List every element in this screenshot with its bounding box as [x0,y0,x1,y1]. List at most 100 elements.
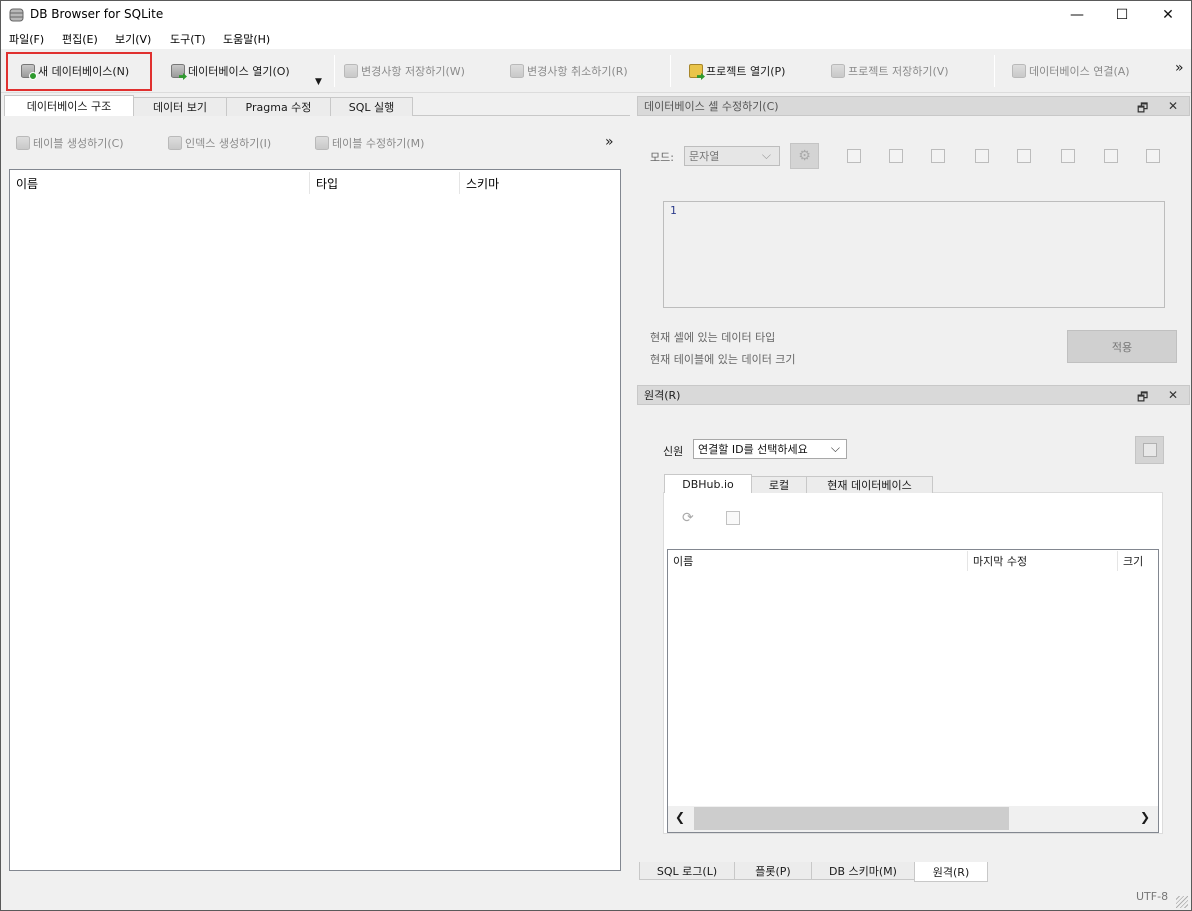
write-changes-icon [344,64,358,78]
revert-changes-button[interactable]: 변경사항 취소하기(R) [510,61,628,81]
link-icon[interactable] [1061,149,1075,163]
attach-database-button[interactable]: 데이터베이스 연결(A) [1012,61,1130,81]
mode-select-value: 문자열 [689,150,720,163]
menu-edit[interactable]: 편집(E) [62,31,98,47]
tab-database-structure[interactable]: 데이터베이스 구조 [4,95,134,116]
gear-icon: ⚙ [798,148,811,164]
cell-size-label: 현재 테이블에 있는 데이터 크기 [650,353,796,366]
open-project-label: 프로젝트 열기(P) [706,65,786,78]
create-index-label: 인덱스 생성하기(I) [185,137,272,150]
menu-help[interactable]: 도움말(H) [223,31,270,47]
toolbar-overflow-button[interactable]: » [1175,60,1184,76]
push-database-button[interactable] [1135,436,1164,464]
menu-view[interactable]: 보기(V) [115,31,151,47]
remote-column-size[interactable]: 크기 [1118,551,1158,571]
remote-title: 원격(R) [644,389,681,402]
structure-tree[interactable] [9,169,621,871]
print-icon[interactable] [1146,149,1160,163]
clone-icon[interactable] [726,511,740,525]
dock-close-icon[interactable]: ✕ [1168,388,1178,402]
tab-dbhub[interactable]: DBHub.io [664,474,752,493]
open-database-label: 데이터베이스 열기(O) [188,65,290,78]
remote-column-name[interactable]: 이름 [668,551,968,571]
scroll-right-icon[interactable]: ❯ [1140,810,1150,824]
save-dropdown-icon[interactable] [931,149,945,163]
modify-table-button[interactable]: 테이블 수정하기(M) [315,135,424,151]
revert-changes-label: 변경사항 취소하기(R) [527,65,628,78]
open-database-dropdown-icon[interactable]: ▼ [315,77,322,87]
dock-float-icon[interactable]: 🗗 [1137,388,1148,409]
import-icon[interactable] [847,149,861,163]
open-database-button[interactable]: 데이터베이스 열기(O) [171,61,290,81]
new-database-label: 새 데이터베이스(N) [38,65,130,78]
auto-format-button[interactable]: ⚙ [790,143,819,169]
export-icon[interactable] [1017,149,1031,163]
attach-database-label: 데이터베이스 연결(A) [1029,65,1130,78]
column-header-schema[interactable]: 스키마 [460,172,620,194]
window-title: DB Browser for SQLite [30,7,164,21]
copy-icon[interactable] [975,149,989,163]
scrollbar-thumb[interactable] [694,807,1009,830]
close-button[interactable]: ✕ [1145,1,1191,29]
write-changes-button[interactable]: 변경사항 저장하기(W) [344,61,465,81]
menu-tools[interactable]: 도구(T) [170,31,206,47]
toolbar-separator [670,55,671,87]
open-project-button[interactable]: 프로젝트 열기(P) [689,61,785,81]
save-project-icon [831,64,845,78]
maximize-button[interactable]: ☐ [1099,1,1145,29]
tab-local[interactable]: 로컬 [751,476,807,493]
push-icon [1143,443,1157,457]
menu-file[interactable]: 파일(F) [9,31,44,47]
write-changes-label: 변경사항 저장하기(W) [361,65,465,78]
identity-select[interactable]: 연결할 ID를 선택하세요 ⌵ [693,439,847,459]
cell-type-label: 현재 셀에 있는 데이터 타입 [650,331,776,344]
indent-icon[interactable] [889,149,903,163]
save-project-label: 프로젝트 저장하기(V) [848,65,949,78]
modify-table-icon [315,136,329,150]
tab-remote[interactable]: 원격(R) [914,862,988,882]
dock-close-icon[interactable]: ✕ [1168,99,1178,113]
tab-browse-data[interactable]: 데이터 보기 [133,97,227,116]
attach-database-icon [1012,64,1026,78]
remote-column-modified[interactable]: 마지막 수정 [968,551,1118,571]
tab-plot[interactable]: 플롯(P) [734,862,812,880]
chevron-down-icon: ⌵ [830,441,840,455]
modify-table-label: 테이블 수정하기(M) [332,137,425,150]
null-icon[interactable] [1104,149,1118,163]
remote-file-list[interactable] [667,549,1159,833]
edit-cell-dock-title: 데이터베이스 셀 수정하기(C) [637,96,1190,116]
identity-label: 신원 [663,445,684,458]
structure-toolbar-overflow[interactable]: » [605,134,614,150]
mode-label: 모드: [650,151,674,164]
create-table-button[interactable]: 테이블 생성하기(C) [16,135,124,151]
apply-button[interactable]: 적용 [1067,330,1177,363]
edit-cell-title: 데이터베이스 셀 수정하기(C) [644,100,779,113]
open-project-icon [689,64,705,80]
refresh-icon[interactable]: ⟳ [682,510,694,526]
new-database-icon [21,64,37,80]
create-table-icon [16,136,30,150]
cell-editor[interactable]: 1 [663,201,1165,308]
toolbar-separator [994,55,995,87]
title-bar [1,1,1191,29]
tab-current-database[interactable]: 현재 데이터베이스 [806,476,933,493]
create-index-icon [168,136,182,150]
save-project-button[interactable]: 프로젝트 저장하기(V) [831,61,949,81]
dock-float-icon[interactable]: 🗗 [1137,99,1148,120]
column-header-type[interactable]: 타입 [310,172,460,194]
chevron-down-icon: ⌵ [761,148,771,162]
column-header-name[interactable]: 이름 [10,172,310,194]
resize-grip-icon[interactable] [1176,896,1188,908]
mode-select[interactable]: 문자열 ⌵ [684,146,780,166]
encoding-status: UTF-8 [1136,890,1169,903]
tab-sql-log[interactable]: SQL 로그(L) [639,862,735,880]
remote-dock-title: 원격(R) [637,385,1190,405]
new-database-button[interactable]: 새 데이터베이스(N) [21,61,129,81]
tab-execute-sql[interactable]: SQL 실행 [330,97,413,116]
create-index-button[interactable]: 인덱스 생성하기(I) [168,135,271,151]
tab-db-schema[interactable]: DB 스키마(M) [811,862,915,880]
minimize-button[interactable]: — [1054,1,1100,29]
toolbar-separator [334,55,335,87]
tab-edit-pragmas[interactable]: Pragma 수정 [226,97,331,116]
scroll-left-icon[interactable]: ❮ [675,810,685,824]
